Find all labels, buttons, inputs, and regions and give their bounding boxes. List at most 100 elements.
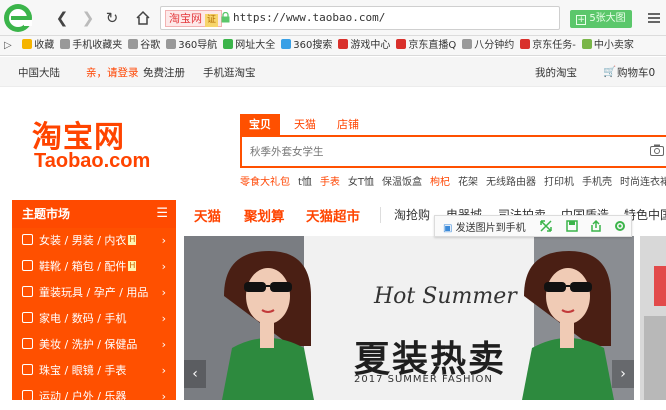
home-icon[interactable] (135, 10, 151, 26)
bookmark-item[interactable]: 中小卖家 (579, 36, 637, 55)
hot-word-link[interactable]: 枸杞 (430, 177, 450, 188)
hot-word-link[interactable]: 零食大礼包 (240, 177, 290, 188)
search-input[interactable] (250, 144, 630, 160)
chevron-right-icon: › (161, 286, 166, 299)
certified-badge: 证 (205, 14, 219, 27)
site-label: 淘宝网 (169, 12, 202, 25)
forward-button[interactable]: ❯ (78, 8, 98, 28)
bookmark-item[interactable]: 360导航 (163, 36, 220, 55)
gear-icon[interactable] (613, 219, 627, 233)
hot-word-link[interactable]: 时尚连衣裙 (620, 177, 666, 188)
hot-word-link[interactable]: 手机壳 (582, 177, 612, 188)
bookmark-label: 京东直播Q (408, 40, 457, 51)
mobile-taobao-link[interactable]: 手机逛淘宝 (203, 65, 256, 80)
nav-juhuasuan[interactable]: 聚划算 (244, 205, 285, 225)
category-item[interactable]: 家电 / 数码 / 手机 › (12, 306, 176, 332)
banner-prev-button[interactable]: ‹ (184, 360, 206, 388)
hot-word-link[interactable]: 手表 (320, 177, 340, 188)
back-button[interactable]: ❮ (52, 8, 72, 28)
nav-taoqianggou[interactable]: 淘抢购 (394, 206, 430, 223)
site-top-nav: 中国大陆 亲，请登录 免费注册 手机逛淘宝 我的淘宝 🛒 购物车0 (0, 57, 666, 87)
share-icon[interactable] (589, 219, 603, 233)
chevron-right-icon: › (161, 390, 166, 403)
category-label: 珠宝 / 眼镜 / 手表 (39, 364, 127, 377)
doc-icon (166, 39, 177, 49)
category-item[interactable]: 鞋靴 / 箱包 / 配件 H › (12, 254, 176, 280)
category-label: 家电 / 数码 / 手机 (39, 312, 127, 325)
hot-badge: H (128, 261, 137, 271)
hot-word-link[interactable]: 女T恤 (348, 177, 374, 188)
secondary-banner[interactable] (640, 236, 666, 400)
url-text[interactable]: https://www.taobao.com/ (233, 11, 385, 24)
taobao-logo-en[interactable]: Taobao.com (34, 150, 150, 173)
hot-word-link[interactable]: t恤 (298, 177, 312, 188)
bookmark-label: 京东任务- (532, 40, 576, 51)
menu-icon[interactable] (646, 10, 662, 26)
bookmark-item[interactable]: 游戏中心 (335, 36, 393, 55)
category-header: 主题市场 ☰ (12, 200, 176, 228)
list-icon[interactable]: ☰ (156, 200, 168, 228)
bookmark-label: 360搜索 (293, 40, 333, 51)
bookmark-item[interactable]: 八分钟约 (459, 36, 517, 55)
category-item[interactable]: 珠宝 / 眼镜 / 手表 › (12, 358, 176, 384)
hot-word-link[interactable]: 花架 (458, 177, 478, 188)
bookmark-item[interactable]: 360搜索 (278, 36, 335, 55)
category-icon (22, 234, 33, 245)
search-tab-tmall[interactable]: 天猫 (285, 114, 325, 135)
bookmark-item[interactable]: 京东直播Q (393, 36, 459, 55)
category-item[interactable]: 童装玩具 / 孕产 / 用品 › (12, 280, 176, 306)
cart-link[interactable]: 购物车0 (617, 65, 655, 80)
my-taobao-link[interactable]: 我的淘宝 (535, 65, 577, 80)
lock-icon (221, 12, 230, 23)
hot-word-link[interactable]: 保温饭盒 (382, 177, 422, 188)
bookmark-item[interactable]: 网址大全 (220, 36, 278, 55)
category-item[interactable]: 运动 / 户外 / 乐器 › (12, 384, 176, 410)
promo-banner[interactable]: Hot Summer 夏装热卖 2017 SUMMER FASHION ‹ › (184, 236, 634, 400)
bookmark-item[interactable]: 谷歌 (125, 36, 163, 55)
chevron-right-icon: › (161, 260, 166, 273)
reload-button[interactable]: ↻ (102, 8, 122, 28)
hot-word-link[interactable]: 无线路由器 (486, 177, 536, 188)
nav-tmall-supermarket[interactable]: 天猫超市 (306, 205, 360, 225)
nav-tmall[interactable]: 天猫 (194, 205, 221, 225)
login-link[interactable]: 亲，请登录 (86, 65, 139, 80)
secondary-banner-image (640, 236, 666, 400)
banner-next-button[interactable]: › (612, 360, 634, 388)
bookmark-item[interactable]: 京东任务- (517, 36, 579, 55)
category-item[interactable]: 女装 / 男装 / 内衣 H › (12, 228, 176, 254)
sidebar-toggle-icon[interactable]: ▷ (0, 36, 16, 55)
category-label: 女装 / 男装 / 内衣 (39, 234, 127, 247)
hot-search-words: 零食大礼包 t恤 手表 女T恤 保温饭盒 枸杞 花架 无线路由器 打印机 手机壳 时尚连衣裙 (240, 173, 666, 188)
hot-word-link[interactable]: 打印机 (544, 177, 574, 188)
search-box (240, 135, 666, 168)
doc-icon (128, 39, 139, 49)
region-selector[interactable]: 中国大陆 (18, 65, 60, 80)
category-title: 主题市场 (22, 207, 71, 221)
chevron-right-icon: › (161, 234, 166, 247)
category-label: 运动 / 户外 / 乐器 (39, 390, 127, 403)
category-icon (22, 390, 33, 401)
camera-icon[interactable] (650, 144, 664, 156)
expand-icon[interactable] (539, 219, 553, 233)
chevron-right-icon: › (161, 338, 166, 351)
address-bar[interactable]: 淘宝网证 https://www.taobao.com/ (160, 6, 560, 30)
search-tab-items[interactable]: 宝贝 (240, 114, 280, 135)
search-tab-shops[interactable]: 店铺 (328, 114, 368, 135)
bookmark-label: 手机收藏夹 (72, 40, 123, 51)
category-item[interactable]: 美妆 / 洗护 / 保健品 › (12, 332, 176, 358)
jd-icon (520, 39, 531, 49)
send-to-phone-button[interactable]: ▣ 发送图片到手机 (443, 219, 526, 234)
register-link[interactable]: 免费注册 (143, 65, 185, 80)
bookmark-item[interactable]: 手机收藏夹 (57, 36, 125, 55)
nav-divider (380, 207, 381, 223)
browser-logo-icon[interactable] (2, 2, 36, 34)
save-icon[interactable] (565, 219, 579, 233)
bookmark-label: 网址大全 (235, 40, 276, 51)
bookmark-label: 收藏 (34, 40, 55, 51)
send-to-phone-label: 发送图片到手机 (455, 223, 526, 234)
bookmark-item[interactable]: 收藏 (19, 36, 57, 55)
cart-icon[interactable]: 🛒 (603, 65, 616, 78)
big-image-button[interactable]: +5张大图 (570, 10, 632, 28)
store-icon (581, 39, 592, 49)
site-identity-badge[interactable]: 淘宝网证 (165, 10, 223, 27)
